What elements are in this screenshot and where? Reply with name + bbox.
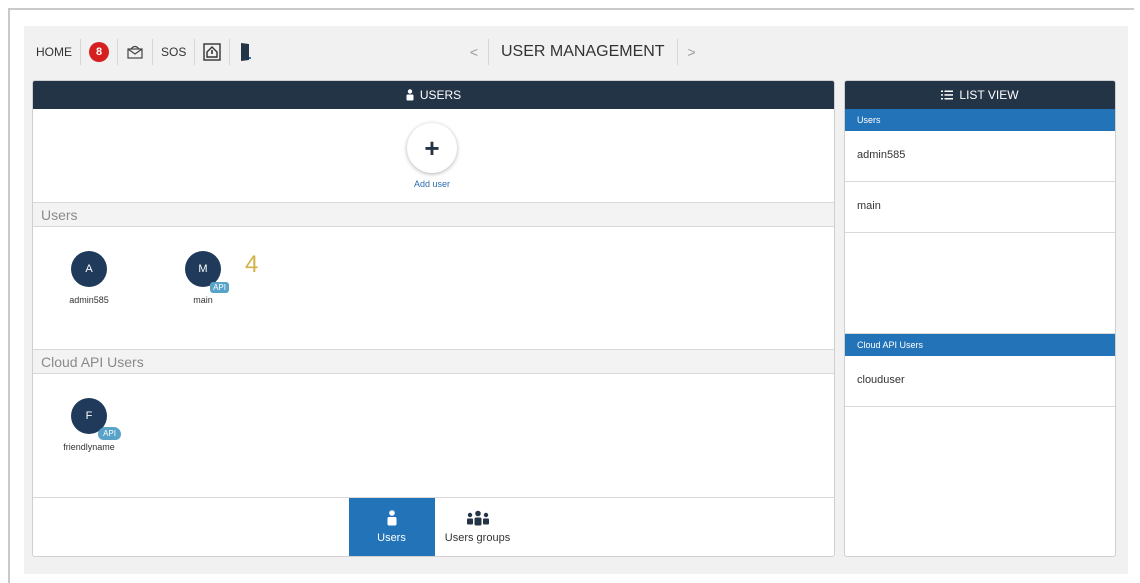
sos-button[interactable]: SOS bbox=[153, 39, 196, 65]
list-icon bbox=[941, 90, 954, 100]
bottom-tab-bar: Users Users groups bbox=[33, 498, 834, 556]
list-view-title: LIST VIEW bbox=[959, 88, 1019, 102]
user-icon bbox=[406, 89, 414, 101]
add-user-button[interactable]: + bbox=[407, 123, 457, 173]
page-navigator: < USER MANAGEMENT > bbox=[460, 39, 706, 65]
list-spacer bbox=[845, 233, 1115, 334]
tab-users-groups-label: Users groups bbox=[444, 532, 511, 544]
tab-users-groups[interactable]: Users groups bbox=[435, 498, 521, 556]
app-container: HOME 8 SOS < USER MANAGEMENT > USERS + A… bbox=[24, 26, 1128, 574]
user-icon bbox=[387, 510, 396, 526]
house-alert-icon bbox=[203, 43, 222, 61]
add-user-area: + Add user bbox=[33, 109, 834, 203]
home-alarm-button[interactable] bbox=[195, 39, 231, 65]
messages-button[interactable] bbox=[118, 39, 153, 65]
avatar: M API bbox=[185, 251, 229, 293]
notification-badge: 8 bbox=[89, 42, 109, 62]
prev-page-arrow[interactable]: < bbox=[460, 44, 488, 60]
list-item[interactable]: admin585 bbox=[845, 131, 1115, 182]
user-name: admin585 bbox=[69, 295, 109, 305]
cloud-users-section-title: Cloud API Users bbox=[33, 350, 834, 374]
add-user-label[interactable]: Add user bbox=[373, 179, 491, 189]
plus-icon: + bbox=[424, 132, 440, 163]
cloud-users-grid: F API friendlyname bbox=[33, 374, 834, 498]
user-group-icon bbox=[466, 510, 489, 526]
door-button[interactable] bbox=[230, 39, 260, 65]
cloud-user-card-friendlyname[interactable]: F API friendlyname bbox=[49, 398, 129, 452]
tab-users-label: Users bbox=[377, 532, 406, 544]
users-panel: USERS + Add user Users A admin585 M API … bbox=[32, 80, 835, 557]
envelope-icon bbox=[127, 45, 143, 59]
users-panel-header: USERS bbox=[33, 81, 834, 109]
next-page-arrow[interactable]: > bbox=[678, 44, 706, 60]
home-link[interactable]: HOME bbox=[24, 39, 81, 65]
list-users-subheader: Users bbox=[845, 109, 1115, 131]
list-view-header: LIST VIEW bbox=[845, 81, 1115, 109]
list-cloud-subheader: Cloud API Users bbox=[845, 334, 1115, 356]
notifications-button[interactable]: 8 bbox=[81, 39, 118, 65]
door-icon bbox=[241, 43, 252, 61]
avatar-initial: F bbox=[85, 410, 93, 422]
users-panel-title: USERS bbox=[419, 88, 462, 102]
list-item[interactable]: main bbox=[845, 182, 1115, 233]
users-count: 4 bbox=[245, 251, 259, 278]
top-bar: HOME 8 SOS < USER MANAGEMENT > bbox=[24, 26, 1128, 78]
users-grid: A admin585 M API main 4 bbox=[33, 227, 834, 350]
api-badge: API bbox=[210, 282, 229, 293]
home-label: HOME bbox=[36, 45, 72, 59]
avatar: F API bbox=[71, 398, 121, 440]
avatar: A bbox=[71, 251, 107, 287]
user-card-main[interactable]: M API main bbox=[163, 251, 243, 305]
sos-label: SOS bbox=[161, 45, 187, 59]
users-section-title: Users bbox=[33, 203, 834, 227]
cloud-api-badge: API bbox=[98, 427, 121, 440]
list-item[interactable]: clouduser bbox=[845, 356, 1115, 407]
user-name: friendlyname bbox=[63, 442, 115, 452]
list-view-panel: LIST VIEW Users admin585 main Cloud API … bbox=[844, 80, 1116, 557]
avatar-initial: M bbox=[198, 263, 208, 275]
user-card-admin585[interactable]: A admin585 bbox=[49, 251, 129, 305]
avatar-initial: A bbox=[85, 263, 93, 275]
user-name: main bbox=[193, 295, 213, 305]
tab-users[interactable]: Users bbox=[348, 498, 435, 556]
page-title: USER MANAGEMENT bbox=[488, 39, 678, 65]
